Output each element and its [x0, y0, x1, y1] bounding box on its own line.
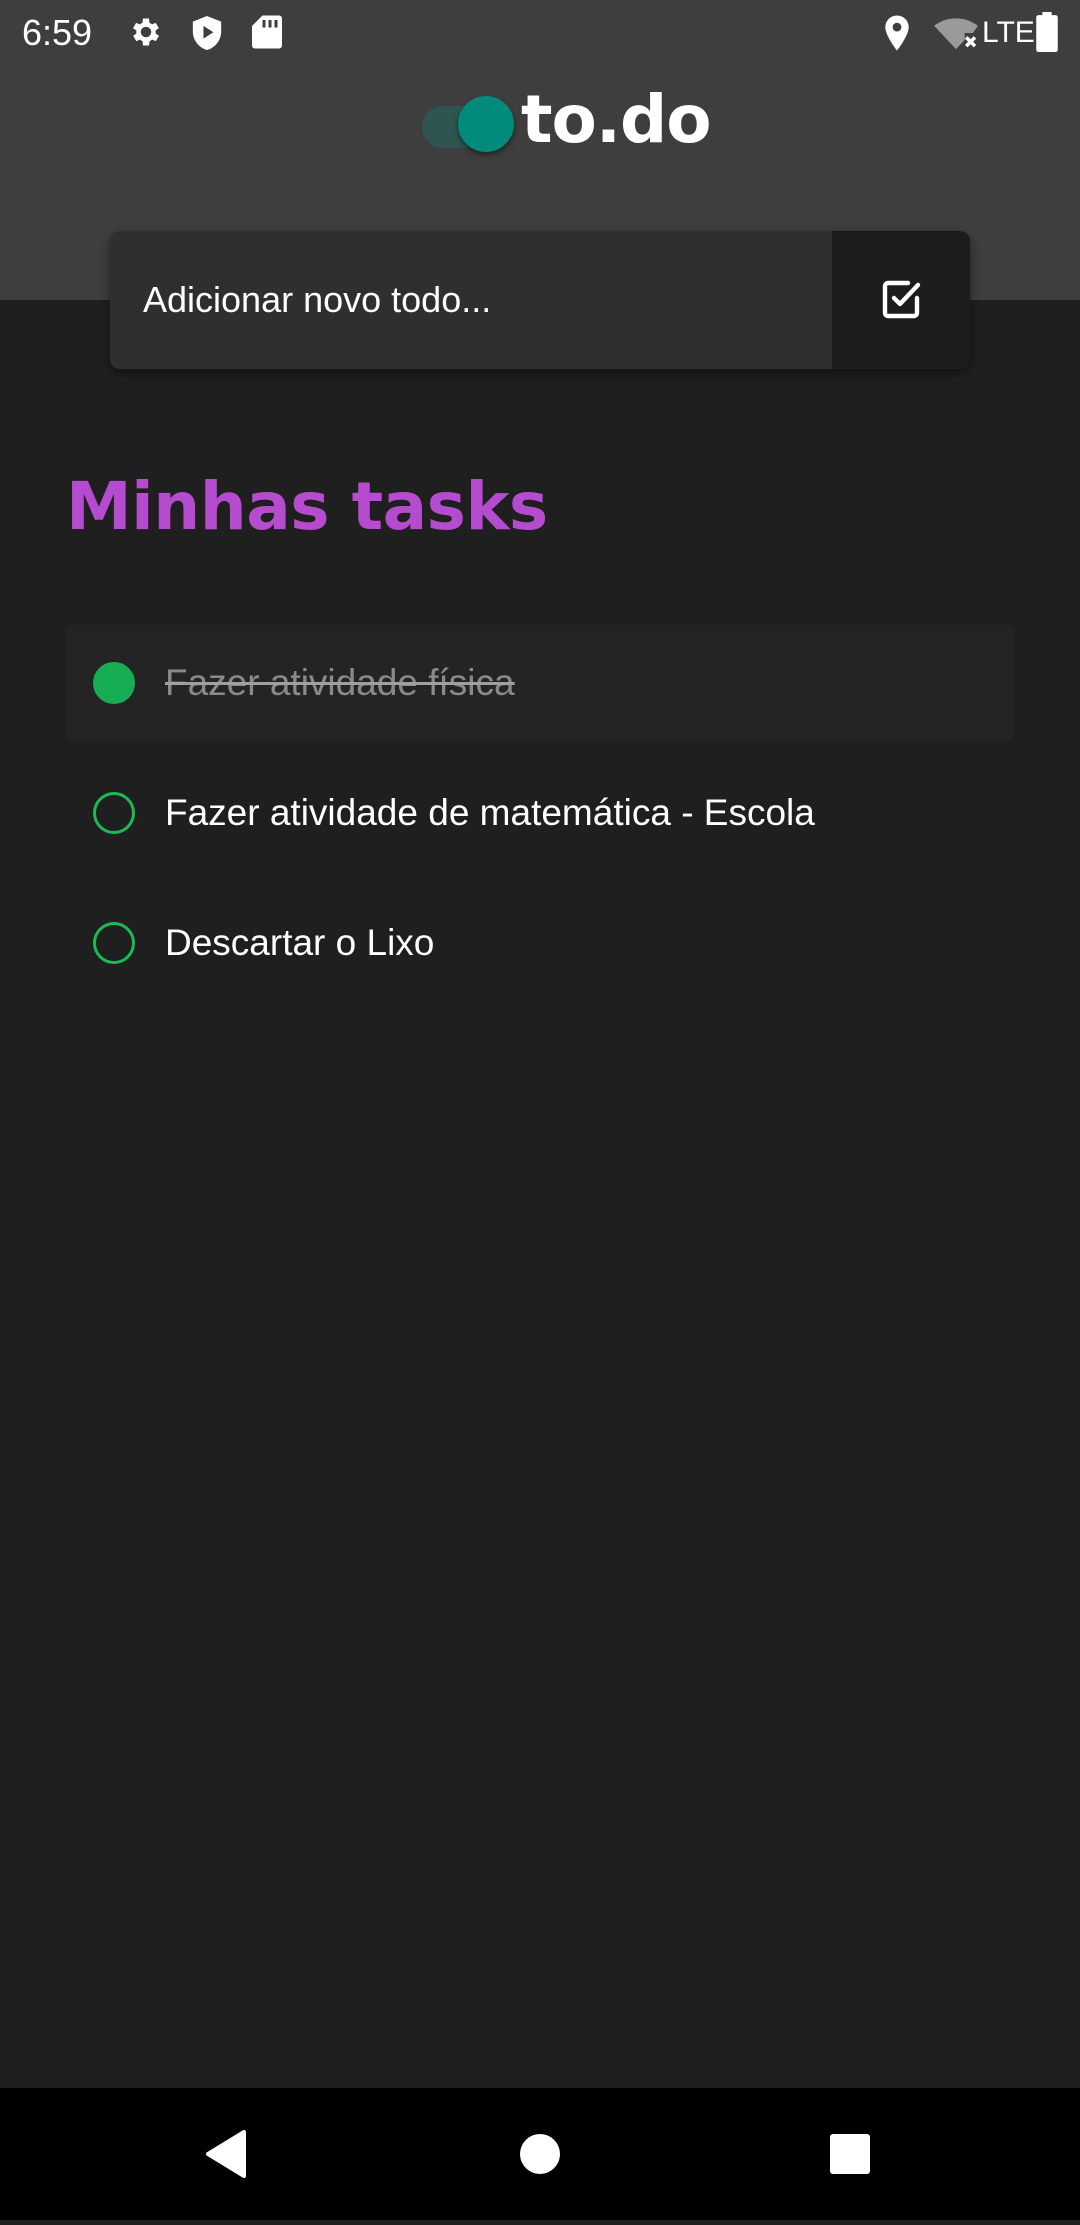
task-checkbox[interactable] [93, 792, 135, 834]
network-type-label: LTE [982, 16, 1035, 49]
task-item[interactable]: Fazer atividade de matemática - Escola [66, 755, 1014, 871]
nav-back-button[interactable] [160, 2088, 292, 2220]
sd-card-icon [252, 14, 282, 55]
status-bar: 6:59 LTE [0, 0, 1080, 66]
tasks-section-title: Minhas tasks [66, 468, 548, 545]
battery-icon [1036, 12, 1058, 57]
add-todo-button[interactable] [832, 231, 970, 369]
nav-recents-button[interactable] [784, 2088, 916, 2220]
task-item[interactable]: Fazer atividade física [66, 625, 1014, 741]
checkbox-check-icon [877, 275, 925, 326]
task-checkbox[interactable] [93, 662, 135, 704]
location-pin-icon [882, 14, 912, 57]
wifi-off-icon [934, 14, 978, 57]
task-label[interactable]: Fazer atividade de matemática - Escola [165, 788, 815, 838]
nav-home-button[interactable] [474, 2088, 606, 2220]
task-label[interactable]: Fazer atividade física [165, 658, 515, 708]
task-checkbox[interactable] [93, 922, 135, 964]
home-circle-icon [474, 2134, 606, 2224]
system-nav-bar [0, 2088, 1080, 2220]
app-logo: to.do [422, 86, 712, 166]
task-list: Fazer atividade física Fazer atividade d… [66, 625, 1014, 1015]
status-time: 6:59 [22, 12, 93, 53]
logo-toggle-knob [458, 96, 514, 152]
task-item[interactable]: Descartar o Lixo [66, 885, 1014, 1001]
logo-text: to.do [521, 81, 712, 158]
task-label[interactable]: Descartar o Lixo [165, 918, 434, 968]
shield-play-icon [190, 14, 224, 57]
new-todo-input[interactable] [110, 231, 832, 369]
gear-icon [128, 14, 164, 55]
back-triangle-icon [160, 2130, 292, 2224]
add-todo-bar [110, 231, 970, 369]
recents-square-icon [784, 2134, 916, 2224]
